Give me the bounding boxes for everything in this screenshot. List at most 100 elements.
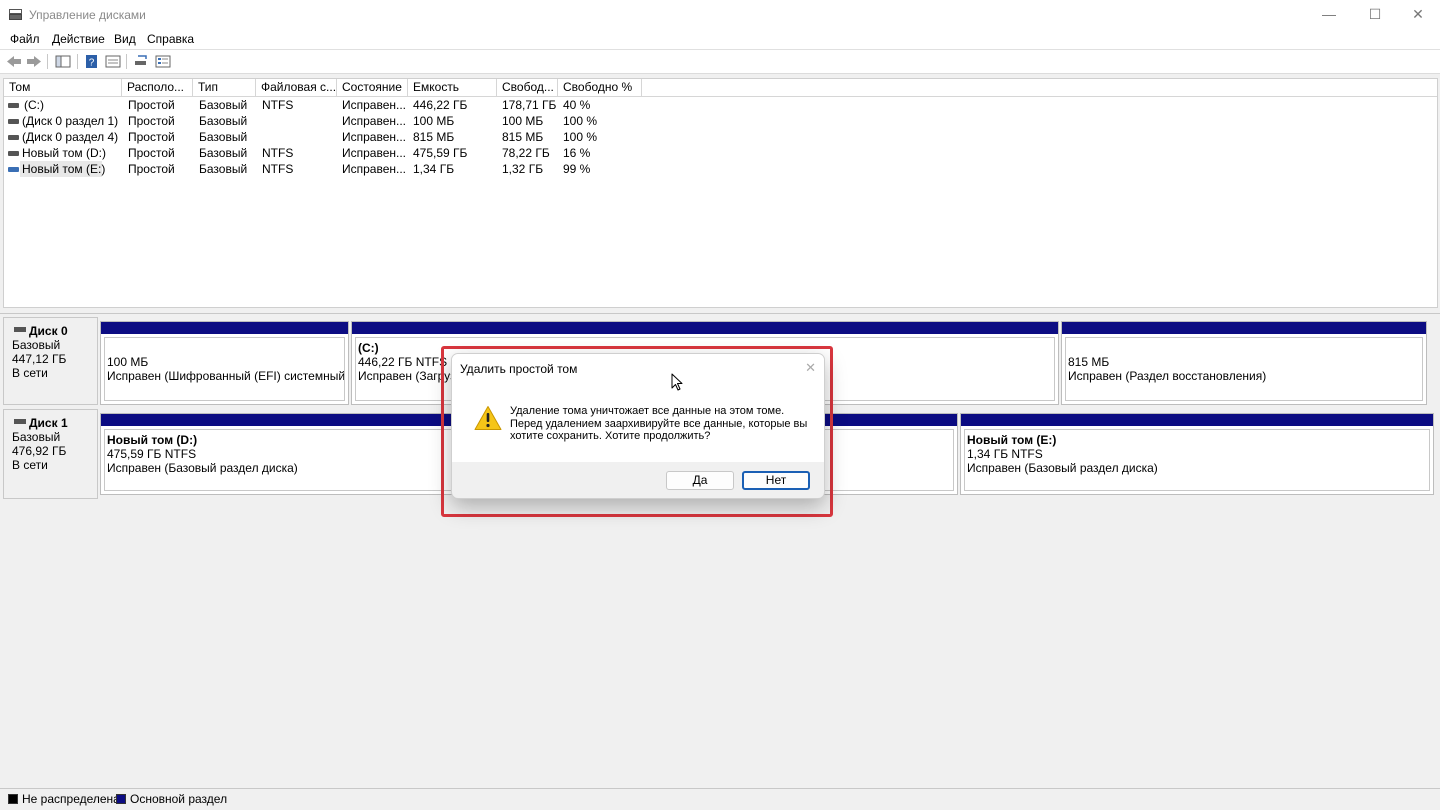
column-header-status[interactable]: Состояние [337, 79, 408, 97]
cell-volume: Новый том (D:) [22, 146, 106, 160]
cell-filesystem: NTFS [262, 98, 294, 112]
legend-swatch-primary [116, 794, 126, 804]
cell-layout: Простой [128, 130, 175, 144]
partition-status: Исправен (Шифрованный (EFI) системный ра… [107, 369, 344, 383]
cell-filesystem: NTFS [262, 146, 294, 160]
cell-layout: Простой [128, 146, 175, 160]
cell-volume: (C:) [24, 98, 44, 112]
menu-help[interactable]: Справка [147, 32, 194, 46]
volume-icon [8, 135, 19, 140]
disk-status: В сети [12, 458, 48, 472]
partition-status: Исправен (Раздел восстановления) [1068, 369, 1267, 383]
cell-free-percent: 100 % [563, 114, 598, 128]
partition-size: 475,59 ГБ NTFS [107, 447, 197, 461]
partition-disk0-recovery[interactable]: 815 МБ Исправен (Раздел восстановления) [1061, 321, 1427, 405]
disk-size: 476,92 ГБ [12, 444, 67, 458]
disk-1-label[interactable]: Диск 1 Базовый 476,92 ГБ В сети [3, 409, 98, 499]
cell-layout: Простой [128, 98, 175, 112]
close-button[interactable]: ✕ [1395, 0, 1440, 29]
menu-view[interactable]: Вид [114, 32, 136, 46]
cell-status: Исправен... [342, 98, 407, 112]
console-tree-icon[interactable] [54, 53, 72, 70]
toolbar-separator [126, 54, 127, 69]
mouse-cursor-icon [671, 373, 683, 391]
partition-disk1-e[interactable]: Новый том (E:) 1,34 ГБ NTFS Исправен (Ба… [960, 413, 1434, 495]
partition-bar [961, 414, 1433, 426]
legend-label-unallocated: Не распределена [22, 792, 120, 806]
dialog-title: Удалить простой том [460, 362, 578, 376]
column-header-filler [642, 79, 1437, 97]
disk-name: Диск 0 [29, 324, 68, 338]
cell-volume: (Диск 0 раздел 1) [22, 114, 119, 128]
dialog-title-bar: Удалить простой том ✕ [452, 354, 824, 384]
cell-free-percent: 99 % [563, 162, 591, 176]
cell-status: Исправен... [342, 114, 407, 128]
disk-management-app-icon [9, 9, 22, 20]
title-bar: Управление дисками — ☐ ✕ [0, 0, 1440, 29]
disk-0-label[interactable]: Диск 0 Базовый 447,12 ГБ В сети [3, 317, 98, 405]
partition-title: Новый том (D:) [107, 433, 198, 447]
cell-free-space: 815 МБ [502, 130, 544, 144]
cell-type: Базовый [199, 114, 248, 128]
properties-icon[interactable] [104, 53, 122, 70]
rescan-icon[interactable] [132, 53, 150, 70]
volume-icon [8, 119, 19, 124]
cell-layout: Простой [128, 114, 175, 128]
column-header-type[interactable]: Тип [193, 79, 256, 97]
cell-free-space: 78,22 ГБ [502, 146, 550, 160]
volume-icon [8, 167, 19, 172]
volume-icon [8, 103, 19, 108]
column-header-free-percent[interactable]: Свободно % [558, 79, 642, 97]
partition-title: (C:) [358, 341, 379, 355]
delete-volume-dialog: Удалить простой том ✕ Удаление тома унич… [451, 353, 825, 499]
yes-button[interactable]: Да [666, 471, 734, 490]
disk-type: Базовый [12, 338, 61, 352]
cell-capacity: 446,22 ГБ [413, 98, 468, 112]
column-header-filesystem[interactable]: Файловая с... [256, 79, 337, 97]
menu-file[interactable]: Файл [10, 32, 40, 46]
cell-type: Базовый [199, 162, 248, 176]
partition-disk0-efi[interactable]: 100 МБ Исправен (Шифрованный (EFI) систе… [100, 321, 349, 405]
svg-text:?: ? [89, 58, 95, 69]
disk-name: Диск 1 [29, 416, 68, 430]
toolbar-separator [47, 54, 48, 69]
forward-icon[interactable] [25, 53, 43, 70]
partition-bar [352, 322, 1058, 334]
cell-type: Базовый [199, 98, 248, 112]
partition-bar [101, 322, 348, 334]
cell-status: Исправен... [342, 146, 407, 160]
cell-free-space: 100 МБ [502, 114, 544, 128]
menu-bar: Файл Действие Вид Справка [0, 29, 1440, 50]
partition-size: 815 МБ [1068, 355, 1110, 369]
volume-list[interactable]: Том Располо... Тип Файловая с... Состоян… [3, 78, 1438, 308]
cell-capacity: 475,59 ГБ [413, 146, 468, 160]
dialog-body: Удаление тома уничтожает все данные на э… [452, 384, 824, 462]
no-button[interactable]: Нет [742, 471, 810, 490]
window-title: Управление дисками [29, 8, 146, 22]
cell-layout: Простой [128, 162, 175, 176]
cell-free-percent: 16 % [563, 146, 591, 160]
column-header-volume[interactable]: Том [4, 79, 122, 97]
disk-size: 447,12 ГБ [12, 352, 67, 366]
column-header-free-space[interactable]: Свобод... [497, 79, 558, 97]
dialog-close-icon[interactable]: ✕ [805, 360, 816, 376]
disk-icon [14, 419, 26, 424]
maximize-button[interactable]: ☐ [1352, 0, 1398, 29]
back-icon[interactable] [5, 53, 23, 70]
list-view-icon[interactable] [154, 53, 172, 70]
partition-size: 446,22 ГБ NTFS [358, 355, 448, 369]
partition-size: 1,34 ГБ NTFS [967, 447, 1043, 461]
cell-free-space: 1,32 ГБ [502, 162, 544, 176]
partition-size: 100 МБ [107, 355, 149, 369]
menu-action[interactable]: Действие [52, 32, 105, 46]
disk-type: Базовый [12, 430, 61, 444]
cell-capacity: 815 МБ [413, 130, 455, 144]
partition-bar [1062, 322, 1426, 334]
minimize-button[interactable]: — [1306, 0, 1352, 29]
help-icon[interactable]: ? [83, 53, 101, 70]
cell-filesystem: NTFS [262, 162, 294, 176]
column-header-capacity[interactable]: Емкость [408, 79, 497, 97]
legend-label-primary: Основной раздел [130, 792, 228, 806]
column-header-layout[interactable]: Располо... [122, 79, 193, 97]
cell-type: Базовый [199, 130, 248, 144]
